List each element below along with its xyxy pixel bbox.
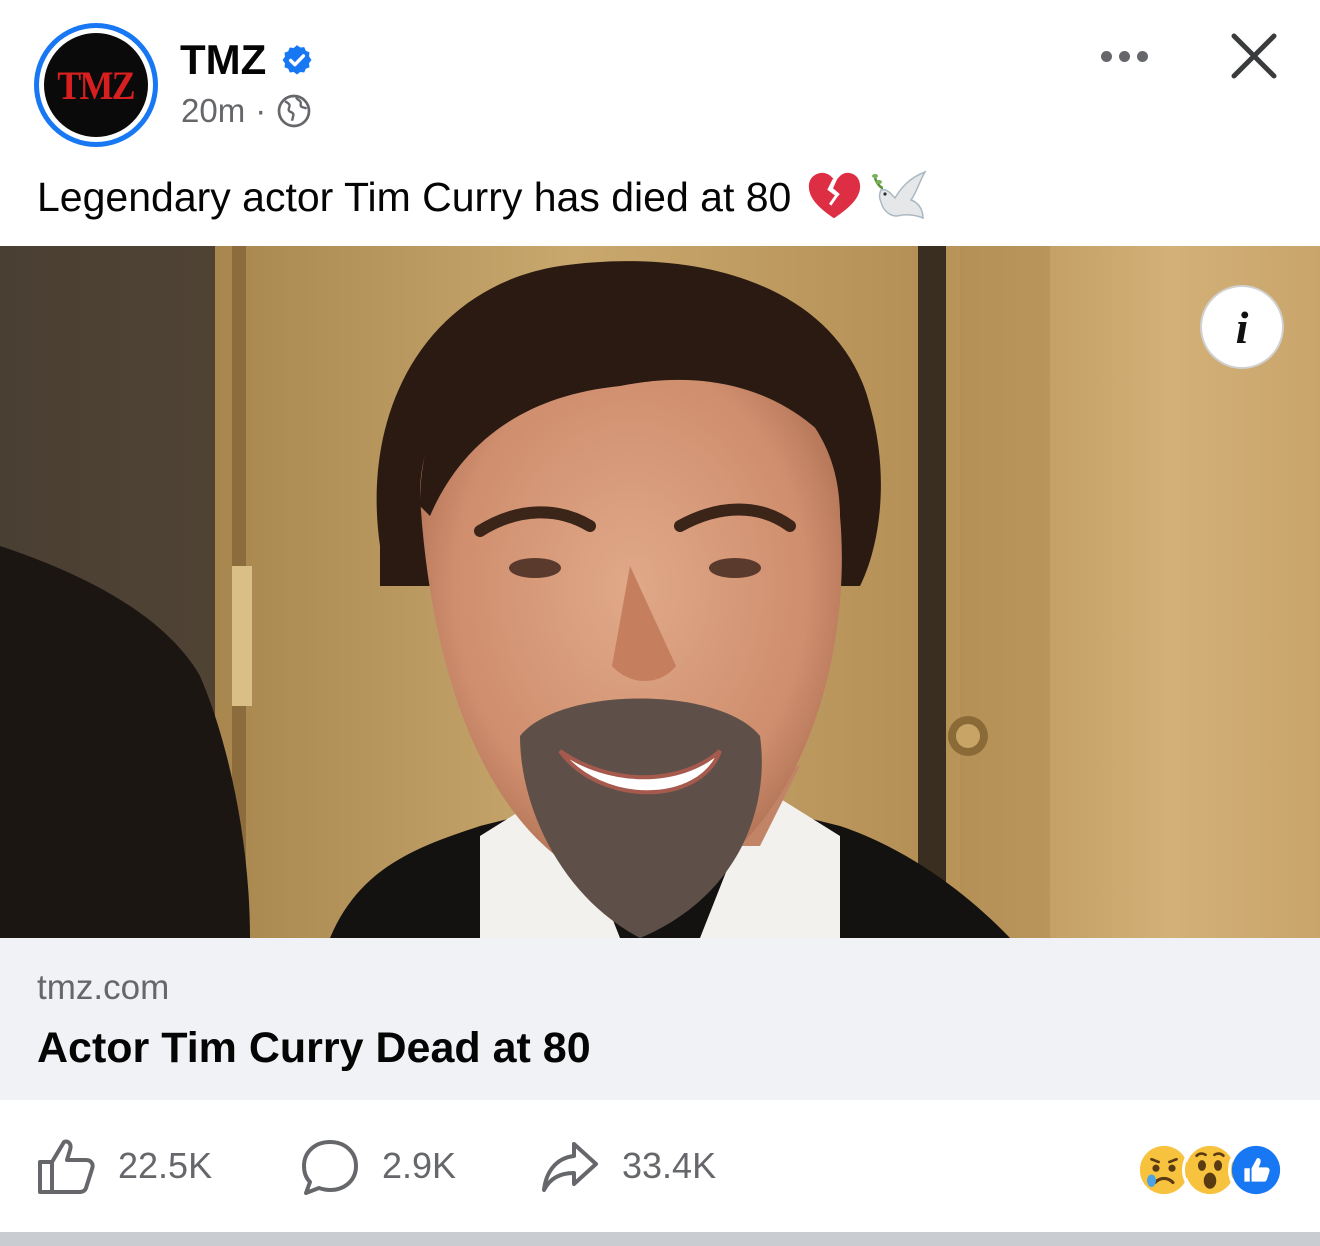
comment-button[interactable]: 2.9K <box>300 1136 456 1196</box>
bottom-divider <box>0 1232 1320 1246</box>
info-icon: i <box>1235 301 1249 353</box>
meta-separator: · <box>255 92 267 129</box>
verified-badge-icon <box>282 45 312 75</box>
photo-info-button[interactable]: i <box>1200 285 1284 369</box>
broken-heart-emoji <box>809 172 861 219</box>
share-icon <box>542 1142 598 1192</box>
post-caption: Legendary actor Tim Curry has died at 80 <box>37 168 931 226</box>
tmz-logo: TMZ <box>44 33 148 137</box>
like-icon <box>38 1139 95 1194</box>
close-icon[interactable] <box>1224 26 1284 86</box>
page-avatar[interactable]: TMZ <box>34 23 158 147</box>
globe-icon <box>277 94 311 128</box>
dove-emoji <box>872 170 928 220</box>
page-name-row: TMZ <box>180 36 314 84</box>
comment-icon <box>302 1140 358 1195</box>
post-meta: 20m · <box>181 92 312 130</box>
more-dot <box>1100 50 1112 62</box>
timestamp[interactable]: 20m <box>181 92 245 130</box>
post-photo[interactable] <box>0 246 1320 938</box>
page-name[interactable]: TMZ <box>180 36 266 84</box>
like-button[interactable]: 22.5K <box>36 1136 212 1196</box>
avatar-logo-text: TMZ <box>57 62 136 108</box>
more-dot <box>1136 50 1148 62</box>
comment-count: 2.9K <box>382 1145 457 1186</box>
post-header: TMZ TMZ 20m · <box>0 0 1320 160</box>
reaction-summary[interactable] <box>1136 1142 1286 1202</box>
photo-illustration <box>0 246 1320 938</box>
caption-text: Legendary actor Tim Curry has died at 80 <box>37 173 792 220</box>
link-title: Actor Tim Curry Dead at 80 <box>37 1024 591 1072</box>
more-dot <box>1118 50 1130 62</box>
more-options-button[interactable] <box>1092 38 1156 74</box>
link-domain: tmz.com <box>37 968 170 1007</box>
share-button[interactable]: 33.4K <box>540 1136 716 1196</box>
action-bar: 22.5K 2.9K 33.4K <box>0 1100 1320 1232</box>
like-reaction-icon <box>1228 1142 1284 1198</box>
link-preview[interactable]: tmz.com Actor Tim Curry Dead at 80 <box>0 938 1320 1100</box>
like-count: 22.5K <box>118 1145 213 1186</box>
share-count: 33.4K <box>622 1145 717 1186</box>
